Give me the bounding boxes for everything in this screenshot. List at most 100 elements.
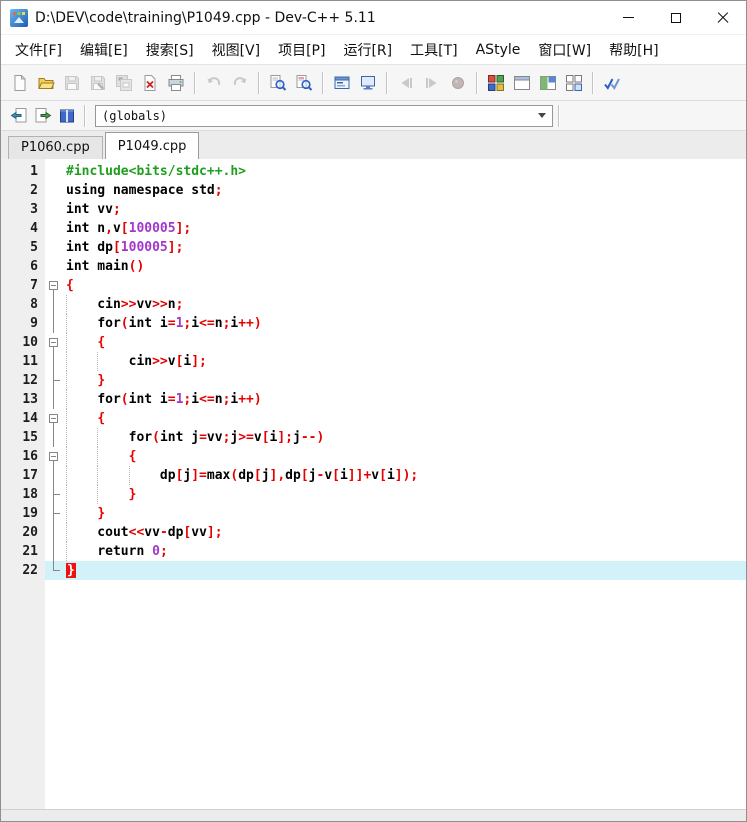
chevron-down-icon [538,113,546,118]
menu-item-8[interactable]: AStyle [467,38,530,62]
menu-item-10[interactable]: 帮助[H] [600,36,667,64]
code-line[interactable]: cin>>v[i]; [63,352,746,371]
code-line[interactable]: for(int i=1;i<=n;i++) [63,390,746,409]
menu-item-3[interactable]: 搜索[S] [137,36,203,64]
line-number: 17 [22,468,38,483]
undo-icon [205,74,223,92]
save-all-icon [115,74,133,92]
code-line[interactable]: return 0; [63,542,746,561]
view-split-icon [539,74,557,92]
view-grid-button[interactable] [483,70,509,96]
fold-margin [45,162,63,181]
tab-p1060-cpp[interactable]: P1060.cpp [8,136,103,159]
replace-button[interactable] [291,70,317,96]
menu-item-7[interactable]: 工具[T] [401,36,466,64]
goto-definition-button[interactable] [31,104,55,128]
line-number: 4 [30,221,38,236]
code-line[interactable]: for(int j=vv;j>=v[i];j--) [63,428,746,447]
toolbar-group-1 [7,70,189,96]
code-line[interactable]: } [63,485,746,504]
toolbar-separator [592,71,594,94]
code-line[interactable]: { [63,409,746,428]
editor-line-1: 1 #include<bits/stdc++.h> [1,162,746,181]
toolbar-separator [84,104,86,127]
view-split-button[interactable] [535,70,561,96]
combo-dropdown-button[interactable] [532,106,552,126]
view-window-icon [513,74,531,92]
toolbar-group-7 [599,70,625,96]
new-source-button[interactable] [7,70,33,96]
editor-line-19: 19 } [1,504,746,523]
line-number: 2 [30,183,38,198]
code-line[interactable]: dp[j]=max(dp[j],dp[j-v[i]]+v[i]); [63,466,746,485]
fold-margin [45,504,63,523]
view-window-button[interactable] [509,70,535,96]
find-icon [269,74,287,92]
code-line[interactable]: } [63,561,746,580]
code-line[interactable]: #include<bits/stdc++.h> [63,162,746,181]
fold-toggle-icon[interactable] [45,333,63,352]
close-button[interactable] [699,1,746,34]
fold-toggle-icon[interactable] [45,447,63,466]
fold-toggle-icon[interactable] [45,409,63,428]
menu-item-2[interactable]: 编辑[E] [71,36,137,64]
combo-value: (globals) [102,108,168,123]
compile-button[interactable] [329,70,355,96]
line-number: 15 [22,430,38,445]
maximize-button[interactable] [652,1,699,34]
syntax-check-button[interactable] [599,70,625,96]
toolbar-separator [194,71,196,94]
menu-item-4[interactable]: 视图[V] [203,36,270,64]
toolbar-separator [558,104,560,127]
save-button [59,70,85,96]
find-button[interactable] [265,70,291,96]
fold-toggle-icon[interactable] [45,276,63,295]
code-line[interactable]: int dp[100005]; [63,238,746,257]
line-number: 20 [22,525,38,540]
goto-declaration-button[interactable] [7,104,31,128]
code-line[interactable]: cout<<vv-dp[vv]; [63,523,746,542]
editor-line-17: 17 dp[j]=max(dp[j],dp[j-v[i]]+v[i]); [1,466,746,485]
abort-compile-icon [449,74,467,92]
compile-icon [333,74,351,92]
menu-item-6[interactable]: 运行[R] [334,36,401,64]
view-tiles-icon [565,74,583,92]
menu-item-5[interactable]: 项目[P] [269,36,334,64]
tab-bar: P1060.cpp P1049.cpp [1,131,746,159]
forward-icon [423,74,441,92]
line-number: 16 [22,449,38,464]
tab-p1049-cpp[interactable]: P1049.cpp [104,132,200,159]
fold-margin [45,238,63,257]
menu-item-1[interactable]: 文件[F] [6,36,71,64]
code-line[interactable]: { [63,447,746,466]
toolbar-group-3 [265,70,317,96]
fold-margin [45,466,63,485]
print-button[interactable] [163,70,189,96]
open-file-button[interactable] [33,70,59,96]
redo-icon [231,74,249,92]
nav-icons-group [7,104,79,128]
forward-button [419,70,445,96]
code-line[interactable]: using namespace std; [63,181,746,200]
code-line[interactable]: } [63,371,746,390]
close-file-button[interactable] [137,70,163,96]
toolbar-separator [386,71,388,94]
code-line[interactable]: int vv; [63,200,746,219]
code-line[interactable]: for(int i=1;i<=n;i++) [63,314,746,333]
menu-item-9[interactable]: 窗口[W] [529,36,600,64]
code-editor[interactable]: 1 #include<bits/stdc++.h> 2 using namespace… [1,159,746,809]
toolbar-group-4 [329,70,381,96]
class-browser-button[interactable] [55,104,79,128]
code-line[interactable]: } [63,504,746,523]
view-tiles-button[interactable] [561,70,587,96]
code-line[interactable]: { [63,333,746,352]
fold-margin [45,314,63,333]
goto-definition-icon [34,107,52,125]
code-line[interactable]: { [63,276,746,295]
minimize-button[interactable] [605,1,652,34]
code-line[interactable]: int n,v[100005]; [63,219,746,238]
code-line[interactable]: int main() [63,257,746,276]
class-browser-combo[interactable]: (globals) [95,104,553,127]
code-line[interactable]: cin>>vv>>n; [63,295,746,314]
run-button[interactable] [355,70,381,96]
